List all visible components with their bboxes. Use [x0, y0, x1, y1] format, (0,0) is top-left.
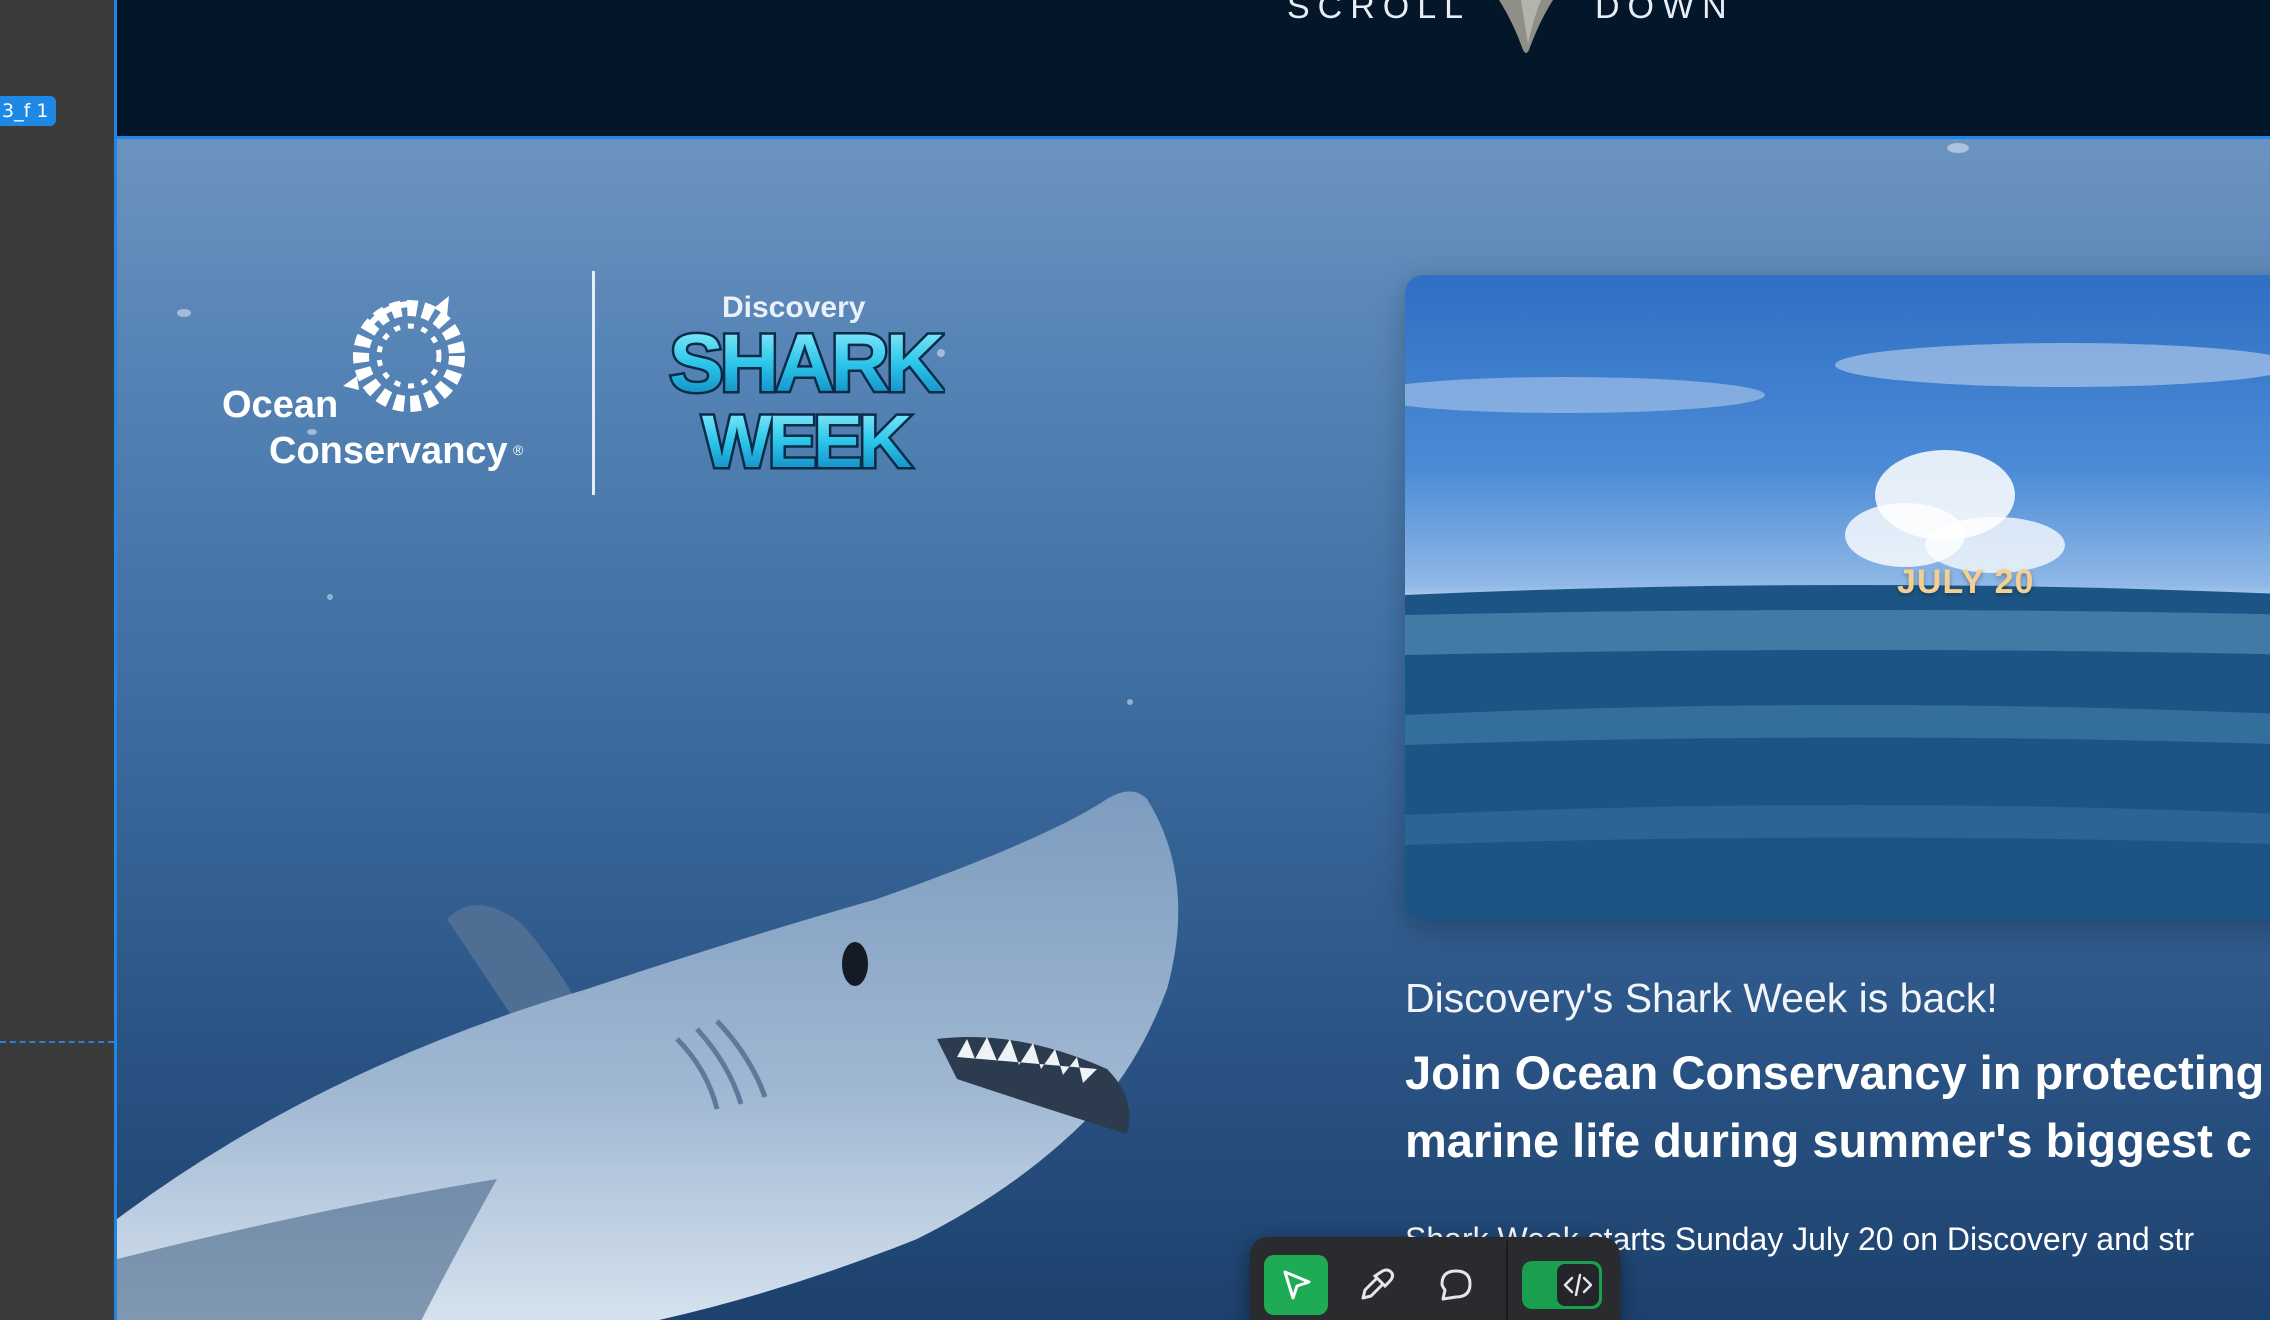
scroll-down-band: SCROLL DOWN: [117, 0, 2270, 136]
down-label: DOWN: [1595, 0, 1735, 26]
promo-video-card[interactable]: JULY 20: [1405, 275, 2270, 920]
hero-headline: Join Ocean Conservancy in protecting mar…: [1405, 1039, 2264, 1175]
dashed-guide-line: [0, 1041, 114, 1043]
code-toggle-knob: [1557, 1264, 1599, 1306]
frame-name-tag[interactable]: 3_f 1: [0, 96, 57, 126]
editor-left-gutter: 3_f 1: [0, 0, 114, 1320]
water-particle: [177, 309, 191, 317]
pointer-arrow-icon: [1283, 1270, 1311, 1300]
hero-section: Ocean Conservancy ® Discovery SHARK WEEK: [117, 139, 2270, 1320]
shark-week-logo: SHARK WEEK: [667, 319, 945, 479]
floating-toolbar: [1250, 1237, 1620, 1320]
water-particle: [1947, 143, 1969, 153]
ocean-conservancy-wordmark-line2: Conservancy: [269, 430, 508, 472]
frame-border-vertical: [114, 0, 117, 1320]
ocean-horizon-image: [1405, 343, 2270, 920]
speech-bubble-icon: [1440, 1269, 1472, 1301]
ocean-conservancy-wordmark-line1: Ocean: [222, 384, 339, 426]
week-word: WEEK: [702, 400, 912, 479]
select-tool-button[interactable]: [1264, 1255, 1328, 1315]
frame-border-horizontal: [114, 136, 2270, 139]
water-particle: [327, 594, 333, 600]
registered-mark: ®: [513, 442, 524, 458]
water-particle: [1127, 699, 1133, 705]
scroll-label: SCROLL: [1287, 0, 1472, 26]
toolbar-separator: [1506, 1241, 1508, 1320]
hero-kicker: Discovery's Shark Week is back!: [1405, 975, 1998, 1021]
code-mode-toggle[interactable]: [1522, 1261, 1602, 1309]
shark-tooth-icon: [1499, 0, 1553, 53]
ocean-conservancy-logo-mark-icon: [343, 296, 465, 412]
headline-line-1: Join Ocean Conservancy in protecting: [1405, 1046, 2265, 1099]
video-date-overlay: JULY 20: [1897, 563, 2035, 601]
eyedropper-icon: [1361, 1268, 1395, 1300]
comment-tool-button[interactable]: [1424, 1255, 1488, 1315]
great-white-shark-image: [117, 791, 1179, 1320]
code-brackets-icon: [1563, 1273, 1593, 1297]
eyedropper-tool-button[interactable]: [1344, 1255, 1408, 1315]
shark-word: SHARK: [669, 319, 944, 409]
headline-line-2: marine life during summer's biggest c: [1405, 1114, 2252, 1167]
logo-divider: [592, 271, 595, 495]
